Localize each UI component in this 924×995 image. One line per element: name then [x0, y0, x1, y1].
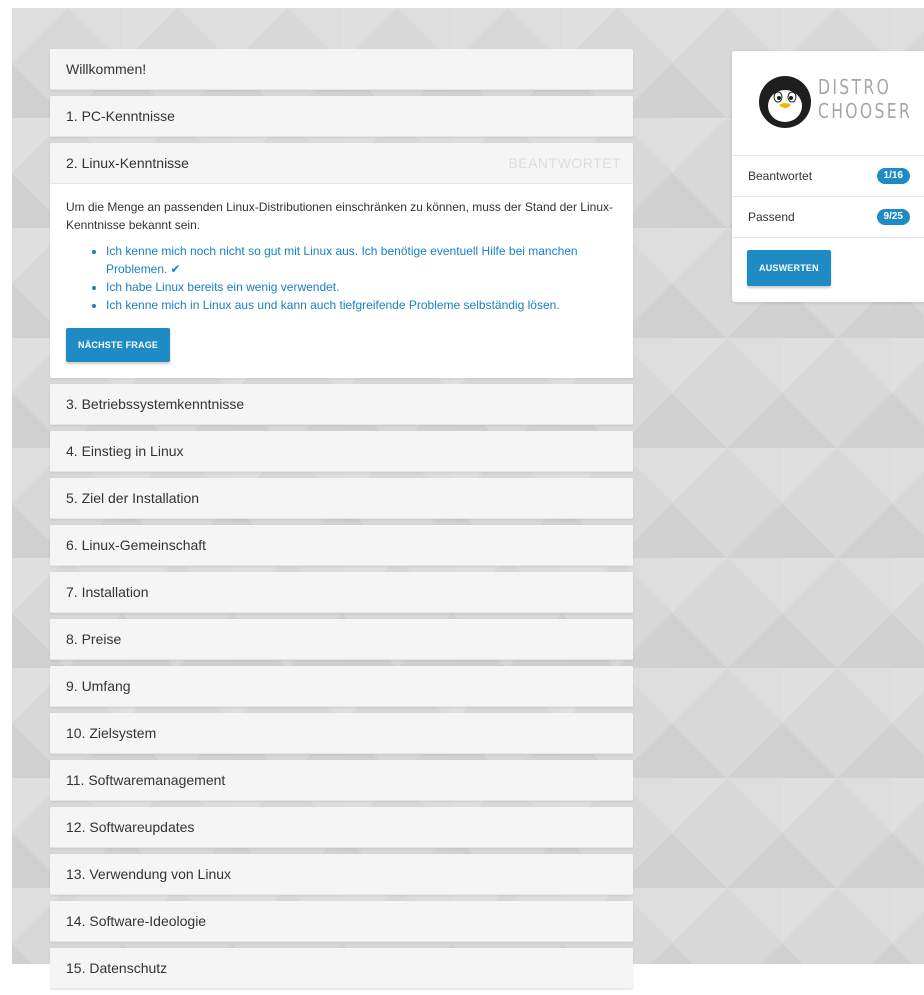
matching-stat: Passend 9/25	[732, 197, 924, 238]
question-panel-1: 1. PC-Kenntnisse	[50, 96, 633, 137]
question-header[interactable]: 14. Software-Ideologie	[50, 901, 633, 942]
question-header[interactable]: Willkommen!	[50, 49, 633, 90]
question-header[interactable]: 6. Linux-Gemeinschaft	[50, 525, 633, 566]
answer-option[interactable]: Ich kenne mich in Linux aus und kann auc…	[106, 296, 617, 314]
question-panel-6: 6. Linux-Gemeinschaft	[50, 525, 633, 566]
question-header[interactable]: 4. Einstieg in Linux	[50, 431, 633, 472]
question-header[interactable]: 3. Betriebssystemkenntnisse	[50, 384, 633, 425]
question-panel-12: 12. Softwareupdates	[50, 807, 633, 848]
distrochooser-logo[interactable]: DISTRO CHOOSER	[732, 51, 924, 156]
logo-line-2: CHOOSER	[818, 99, 913, 123]
matching-label: Passend	[748, 210, 795, 224]
result-sidebar: DISTRO CHOOSER Beantwortet 1/16 Passend …	[732, 51, 924, 302]
question-header[interactable]: 13. Verwendung von Linux	[50, 854, 633, 895]
question-panel-5: 5. Ziel der Installation	[50, 478, 633, 519]
question-panel-3: 3. Betriebssystemkenntnisse	[50, 384, 633, 425]
question-panel-15: 15. Datenschutz	[50, 948, 633, 989]
question-header[interactable]: 11. Softwaremanagement	[50, 760, 633, 801]
question-panel-11: 11. Softwaremanagement	[50, 760, 633, 801]
question-panel-8: 8. Preise	[50, 619, 633, 660]
question-panel-7: 7. Installation	[50, 572, 633, 613]
evaluate-button[interactable]: AUSWERTEN	[747, 250, 831, 286]
checkmark-icon: ✔	[170, 262, 181, 276]
question-header[interactable]: 1. PC-Kenntnisse	[50, 96, 633, 137]
question-panel-2-open: 2. Linux-Kenntnisse BEANTWORTET Um die M…	[50, 143, 633, 378]
question-header-active[interactable]: 2. Linux-Kenntnisse BEANTWORTET	[50, 143, 633, 184]
answered-stat: Beantwortet 1/16	[732, 156, 924, 197]
answer-text: Ich kenne mich in Linux aus und kann auc…	[106, 298, 560, 312]
question-header[interactable]: 8. Preise	[50, 619, 633, 660]
answered-badge: 1/16	[876, 168, 910, 184]
matching-badge: 9/25	[876, 209, 910, 225]
penguin-icon	[759, 76, 811, 128]
question-panel-14: 14. Software-Ideologie	[50, 901, 633, 942]
answered-tag: BEANTWORTET	[508, 155, 621, 171]
question-header[interactable]: 5. Ziel der Installation	[50, 478, 633, 519]
next-question-button[interactable]: NÄCHSTE FRAGE	[66, 328, 171, 362]
question-header[interactable]: 9. Umfang	[50, 666, 633, 707]
answer-text: Ich habe Linux bereits ein wenig verwend…	[106, 280, 340, 294]
question-title: 2. Linux-Kenntnisse	[66, 155, 189, 171]
answer-list: Ich kenne mich noch nicht so gut mit Lin…	[66, 242, 617, 314]
question-panel-13: 13. Verwendung von Linux	[50, 854, 633, 895]
question-header[interactable]: 15. Datenschutz	[50, 948, 633, 989]
question-text: Um die Menge an passenden Linux-Distribu…	[66, 200, 613, 232]
logo-line-1: DISTRO	[818, 75, 892, 99]
logo-wordmark: DISTRO CHOOSER	[818, 75, 912, 123]
question-header[interactable]: 10. Zielsystem	[50, 713, 633, 754]
question-panel-9: 9. Umfang	[50, 666, 633, 707]
question-header[interactable]: 12. Softwareupdates	[50, 807, 633, 848]
question-panel-4: 4. Einstieg in Linux	[50, 431, 633, 472]
answered-label: Beantwortet	[748, 169, 813, 183]
answer-option[interactable]: Ich habe Linux bereits ein wenig verwend…	[106, 278, 617, 296]
question-accordion: Willkommen! 1. PC-Kenntnisse 2. Linux-Ke…	[50, 49, 633, 995]
question-header[interactable]: 7. Installation	[50, 572, 633, 613]
question-body: Um die Menge an passenden Linux-Distribu…	[50, 184, 633, 378]
question-panel-10: 10. Zielsystem	[50, 713, 633, 754]
answer-option[interactable]: Ich kenne mich noch nicht so gut mit Lin…	[106, 242, 617, 278]
evaluate-wrap: AUSWERTEN	[732, 238, 924, 302]
question-panel-welcome: Willkommen!	[50, 49, 633, 90]
